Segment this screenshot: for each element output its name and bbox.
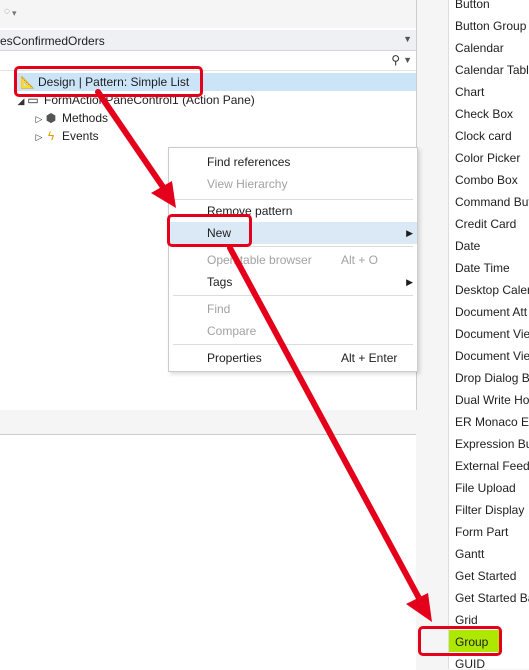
context-menu: Find references View Hierarchy Remove pa… xyxy=(168,147,418,372)
toolbox-item[interactable]: File Upload xyxy=(449,477,529,499)
menu-item-label: Properties xyxy=(207,351,262,365)
toolbox-item[interactable]: Drop Dialog B xyxy=(449,367,529,389)
action-pane-icon: ▭ xyxy=(27,93,39,107)
search-icon[interactable]: ⚲ xyxy=(391,53,400,67)
menu-separator xyxy=(173,295,413,296)
toolbox-item[interactable]: Document Vie xyxy=(449,345,529,367)
properties-pane xyxy=(0,434,416,670)
toolbox-item[interactable]: Check Box xyxy=(449,103,529,125)
menu-item-properties[interactable]: Properties Alt + Enter xyxy=(169,347,417,369)
toolbox-item[interactable]: Credit Card xyxy=(449,213,529,235)
toolbox-item[interactable]: Dual Write Ho xyxy=(449,389,529,411)
toolbox-item[interactable]: Calendar xyxy=(449,37,529,59)
menu-item-find: Find xyxy=(169,298,417,320)
toolbox-item[interactable]: Expression Bui xyxy=(449,433,529,455)
file-tab-label: esConfirmedOrders xyxy=(0,34,105,48)
toolbox-item[interactable]: Clock card xyxy=(449,125,529,147)
tree-node-events-label: Events xyxy=(62,129,99,143)
toolbox-item[interactable]: Form Part xyxy=(449,521,529,543)
tree-node-action-pane-label: FormActionPaneControl1 (Action Pane) xyxy=(44,93,255,107)
lightning-icon: ϟ xyxy=(47,129,55,143)
settings-icon[interactable]: ◌ xyxy=(4,6,10,17)
menu-separator xyxy=(173,344,413,345)
submenu-arrow-icon: ▶ xyxy=(406,228,413,238)
menu-item-shortcut: Alt + Enter xyxy=(341,351,398,365)
tree-node-methods[interactable]: ▷ ⬢ Methods xyxy=(34,109,109,128)
menu-item-label: Compare xyxy=(207,324,257,338)
tree-node-design-label: Design | Pattern: Simple List xyxy=(38,75,190,89)
toolbox-item[interactable]: Combo Box xyxy=(449,169,529,191)
menu-item-open-table-browser: Open table browser Alt + O xyxy=(169,249,417,271)
menu-item-new[interactable]: New ▶ xyxy=(169,222,417,244)
tree-node-design[interactable]: 📐 Design | Pattern: Simple List xyxy=(14,73,416,91)
menu-item-label: New xyxy=(207,226,232,240)
menu-item-shortcut: Alt + O xyxy=(341,253,379,267)
toolbox-item[interactable]: Button xyxy=(449,0,529,15)
toolbox-item[interactable]: Calendar Table xyxy=(449,59,529,81)
menu-item-tags[interactable]: Tags ▶ xyxy=(169,271,417,293)
toolbox-item[interactable]: Grid xyxy=(449,609,529,631)
tree-node-events[interactable]: ▷ ϟ Events xyxy=(34,127,99,145)
collapsed-icon[interactable]: ▷ xyxy=(34,128,44,146)
menu-item-label: Find xyxy=(207,302,231,316)
tree-node-action-pane[interactable]: ◢ ▭ FormActionPaneControl1 (Action Pane) xyxy=(16,91,255,109)
menu-item-remove-pattern[interactable]: Remove pattern xyxy=(169,200,417,222)
menu-item-compare: Compare xyxy=(169,320,417,342)
expanded-icon[interactable]: ◢ xyxy=(16,92,26,110)
toolbox-item[interactable]: Color Picker xyxy=(449,147,529,169)
menu-item-label: Find references xyxy=(207,155,291,169)
menu-separator xyxy=(173,246,413,247)
menu-item-label: View Hierarchy xyxy=(207,177,288,191)
toolbox-item[interactable]: Get Started xyxy=(449,565,529,587)
menu-item-label: Tags xyxy=(207,275,233,289)
pane-toolbar: ◌ ▾ xyxy=(0,0,416,28)
methods-icon: ⬢ xyxy=(45,111,57,125)
submenu-arrow-icon: ▶ xyxy=(406,277,413,287)
menu-item-find-references[interactable]: Find references xyxy=(169,151,417,173)
design-icon: 📐 xyxy=(20,75,35,89)
file-selector[interactable]: esConfirmedOrders ▼ xyxy=(0,30,416,51)
toolbox-item-group[interactable]: Group xyxy=(449,631,529,653)
menu-item-label: Remove pattern xyxy=(207,204,293,218)
toolbox-item[interactable]: Get Started Ba xyxy=(449,587,529,609)
toolbox-item[interactable]: Command Butt xyxy=(449,191,529,213)
collapsed-icon[interactable]: ▷ xyxy=(34,110,44,128)
toolbox-item[interactable]: External Feed xyxy=(449,455,529,477)
search-options-icon[interactable]: ▼ xyxy=(403,55,412,65)
toolbox-item[interactable]: Date xyxy=(449,235,529,257)
toolbox-item[interactable]: Filter Display xyxy=(449,499,529,521)
menu-item-view-hierarchy: View Hierarchy xyxy=(169,173,417,195)
chevron-down-icon[interactable]: ▾ xyxy=(12,8,17,19)
toolbox-list: Button Button Group Calendar Calendar Ta… xyxy=(448,0,529,669)
toolbox-item[interactable]: Chart xyxy=(449,81,529,103)
toolbox-item[interactable]: Desktop Calen xyxy=(449,279,529,301)
dropdown-arrow-icon[interactable]: ▼ xyxy=(403,34,412,44)
menu-item-label: Open table browser xyxy=(207,253,312,267)
toolbox-item[interactable]: Date Time xyxy=(449,257,529,279)
search-input[interactable]: ⚲ ▼ xyxy=(0,52,416,71)
toolbox-item[interactable]: Document Vie xyxy=(449,323,529,345)
toolbox-item[interactable]: Document Att xyxy=(449,301,529,323)
toolbox-item[interactable]: ER Monaco Ed xyxy=(449,411,529,433)
toolbox-item[interactable]: Gantt xyxy=(449,543,529,565)
toolbox-item[interactable]: GUID xyxy=(449,653,529,669)
tree-node-methods-label: Methods xyxy=(62,111,109,125)
toolbox-item[interactable]: Button Group xyxy=(449,15,529,37)
